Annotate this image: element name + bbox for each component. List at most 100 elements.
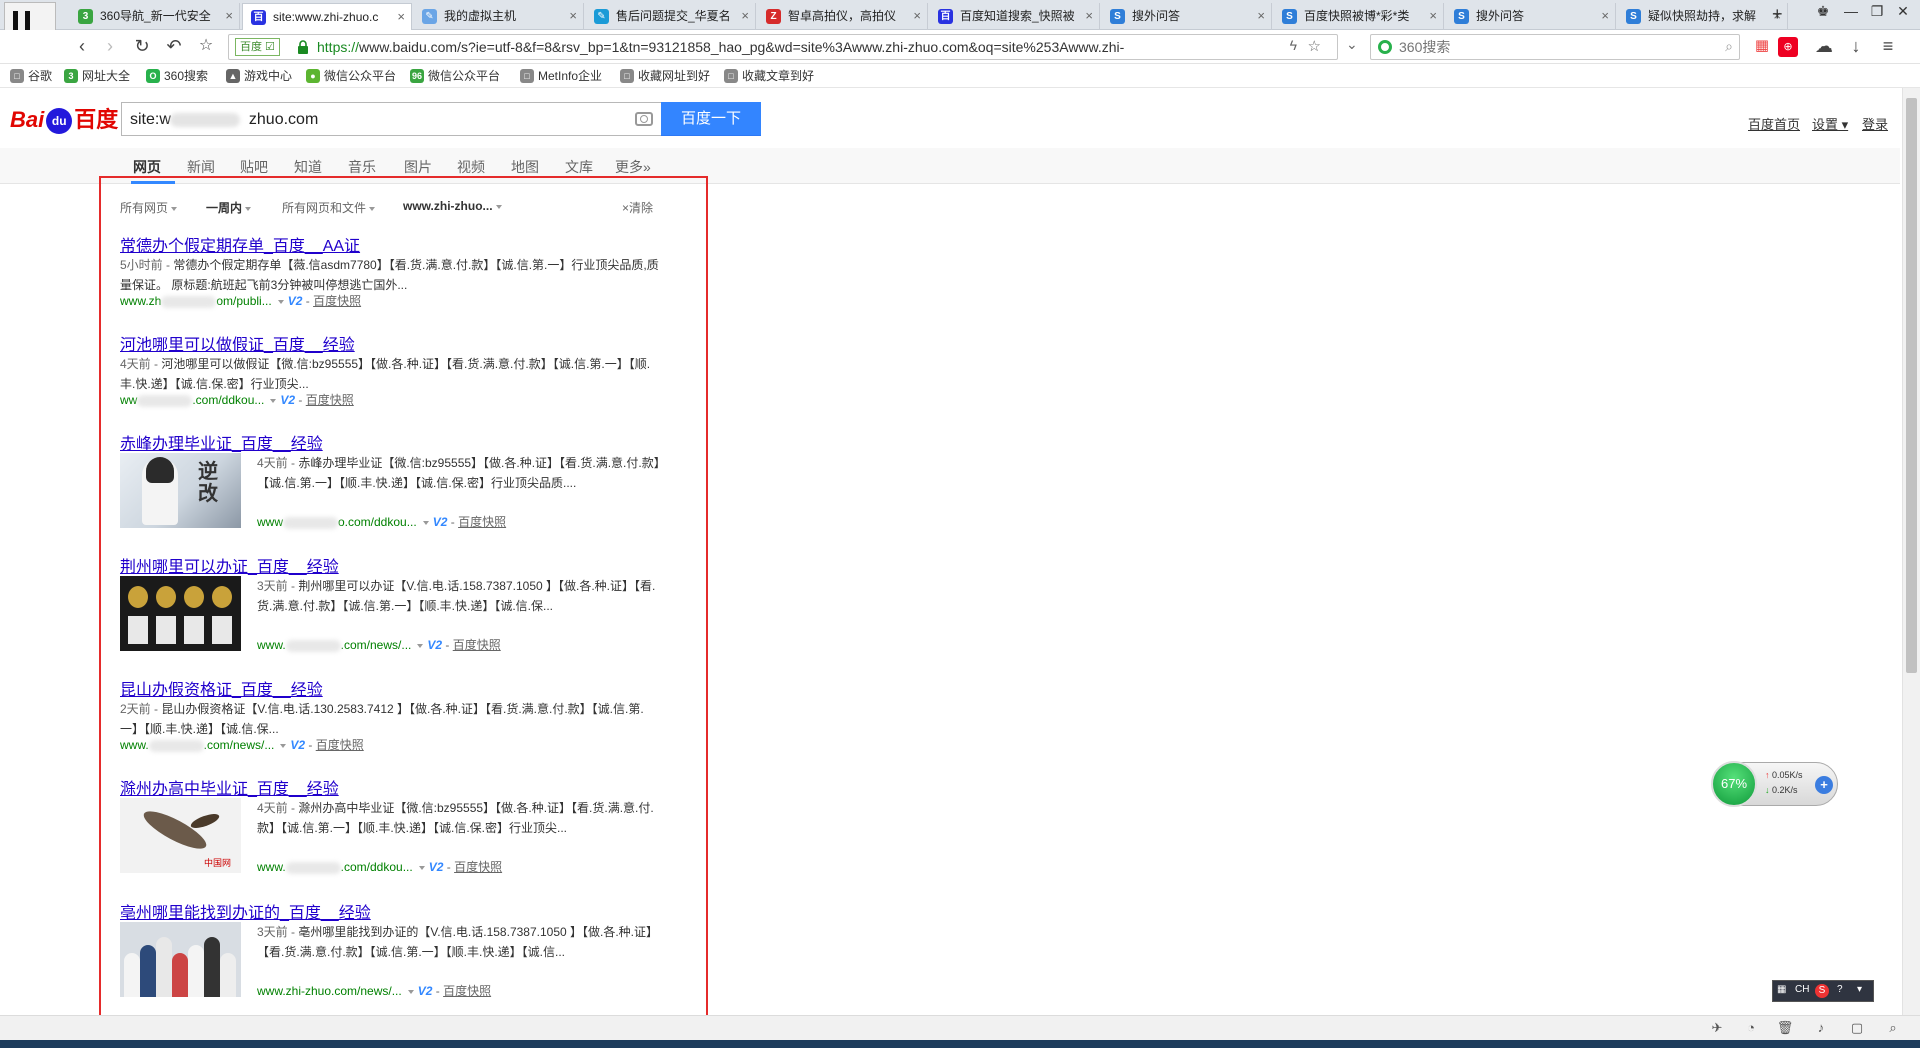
tab-close-icon[interactable]: ×	[397, 4, 405, 30]
filter-filetype[interactable]: 所有网页和文件	[282, 199, 376, 216]
result-url[interactable]: www.	[257, 860, 286, 874]
bookmark-item[interactable]: 96 微信公众平台	[410, 68, 500, 84]
result-url[interactable]: www.zh	[120, 294, 161, 308]
baidu-logo[interactable]: Bai du 百度	[10, 102, 118, 135]
baidu-tab[interactable]: 图片	[404, 157, 432, 177]
chevron-down-icon[interactable]	[277, 299, 284, 304]
ime-language[interactable]: CH	[1795, 984, 1809, 995]
sale-icon[interactable]: ⊕	[1778, 37, 1798, 57]
result-url-path[interactable]: .com/ddkou...	[341, 860, 413, 874]
browser-tab[interactable]: S 搜外问答 ×	[1446, 3, 1616, 30]
bookmark-item[interactable]: O 360搜索	[146, 68, 208, 84]
result-thumbnail[interactable]: 逆 改	[120, 453, 241, 528]
result-title-link[interactable]: 河池哪里可以做假证_百度__经验	[120, 331, 355, 355]
ime-toolbar[interactable]: ▦ CH S ? ▾	[1772, 980, 1874, 1002]
baidu-snapshot-link[interactable]: 百度快照	[306, 393, 354, 407]
apps-grid-icon[interactable]: ▦	[1750, 35, 1774, 59]
plus-icon[interactable]: +	[1815, 776, 1833, 794]
browser-tab[interactable]: S 搜外问答 ×	[1102, 3, 1272, 30]
verified-v2-icon[interactable]: V2	[429, 860, 444, 874]
browser-tab[interactable]: S 疑似快照劫持，求解 ×	[1618, 3, 1788, 30]
baidu-tab[interactable]: 地图	[511, 157, 539, 177]
browser-tab[interactable]: S 百度快照被博*彩*类 ×	[1274, 3, 1444, 30]
reload-button[interactable]: ↻	[130, 35, 154, 59]
result-url-path[interactable]: .com/news/...	[341, 638, 412, 652]
help-icon[interactable]: ?	[1837, 984, 1843, 995]
filter-all-pages[interactable]: 所有网页	[120, 199, 178, 216]
tab-close-icon[interactable]: ×	[741, 3, 749, 29]
menu-icon[interactable]: ≡	[1876, 35, 1900, 59]
chevron-down-icon[interactable]	[418, 865, 425, 870]
baidu-snapshot-link[interactable]: 百度快照	[453, 638, 501, 652]
baidu-tab[interactable]: 贴吧	[240, 157, 268, 177]
tab-close-icon[interactable]: ×	[1257, 3, 1265, 29]
search-box[interactable]: ⌕	[1370, 34, 1740, 60]
url-text[interactable]: https://www.baidu.com/s?ie=utf-8&f=8&rsv…	[317, 35, 1237, 59]
shirt-icon[interactable]: ♚	[1812, 3, 1834, 20]
ime-menu-icon[interactable]: ▾	[1857, 984, 1862, 995]
result-thumbnail[interactable]	[120, 922, 241, 997]
result-url[interactable]: ww	[120, 393, 137, 407]
bookmark-item[interactable]: □ MetInfo企业	[520, 68, 602, 84]
volume-icon[interactable]: ♪	[1812, 1020, 1830, 1036]
result-url-path[interactable]: om/publi...	[216, 294, 271, 308]
bookmark-item[interactable]: ● 微信公众平台	[306, 68, 396, 84]
browser-tab[interactable]: 百百度知道搜索_快照被 ×	[930, 3, 1100, 30]
search-input[interactable]	[1399, 38, 1699, 56]
chevron-down-icon[interactable]	[422, 520, 429, 525]
result-thumbnail[interactable]: 中国网	[120, 798, 241, 873]
address-bar[interactable]: 百度 ☑ https://www.baidu.com/s?ie=utf-8&f=…	[228, 34, 1338, 60]
restore-button[interactable]: ❐	[1866, 3, 1888, 20]
bookmark-item[interactable]: 3 网址大全	[64, 68, 130, 84]
forward-button[interactable]: ›	[98, 35, 122, 59]
verified-v2-icon[interactable]: V2	[288, 294, 303, 308]
login-link[interactable]: 登录	[1862, 114, 1888, 133]
trash-icon[interactable]: 🗑	[1776, 1020, 1794, 1036]
filter-clear[interactable]: ×清除	[622, 199, 653, 216]
result-url[interactable]: www.zhi-zhuo.com/news/...	[257, 984, 402, 998]
lightning-icon[interactable]: ϟ	[1290, 37, 1297, 53]
baidu-tab[interactable]: 知道	[294, 157, 322, 177]
browser-tab[interactable]: ✎ 我的虚拟主机 ×	[414, 3, 584, 30]
chevron-down-icon[interactable]	[417, 643, 424, 648]
browser-tab[interactable]: 3 360导航_新一代安全 ×	[70, 3, 240, 30]
tab-close-icon[interactable]: ×	[225, 3, 233, 29]
baidu-tab[interactable]: 视频	[457, 157, 485, 177]
new-tab-button[interactable]: +	[1772, 4, 1783, 25]
browser-tab[interactable]: Z 智卓高拍仪，高拍仪 ×	[758, 3, 928, 30]
chevron-down-icon[interactable]	[407, 989, 414, 994]
speed-icon[interactable]: ◔	[1742, 1020, 1760, 1036]
tab-close-icon[interactable]: ×	[569, 3, 577, 29]
settings-link[interactable]: 设置 ▾	[1812, 114, 1848, 133]
result-title-link[interactable]: 荆州哪里可以办证_百度__经验	[120, 553, 339, 577]
bookmark-item[interactable]: □ 收藏网址到好	[620, 68, 710, 84]
baidu-tab[interactable]: 文库	[565, 157, 593, 177]
tab-close-icon[interactable]: ×	[1601, 3, 1609, 29]
baidu-submit-button[interactable]: 百度一下	[661, 102, 761, 136]
browser-tab[interactable]: 百 site:www.zhi-zhuo.c ×	[242, 3, 412, 31]
verified-v2-icon[interactable]: V2	[290, 738, 305, 752]
tab-close-icon[interactable]: ×	[1085, 3, 1093, 29]
baidu-tab[interactable]: 新闻	[187, 157, 215, 177]
bookmark-item[interactable]: □ 收藏文章到好	[724, 68, 814, 84]
bookmark-item[interactable]: ▲ 游戏中心	[226, 68, 292, 84]
chevron-down-icon[interactable]	[280, 743, 287, 748]
result-title-link[interactable]: 常德办个假定期存单_百度__AA证	[120, 232, 360, 256]
result-thumbnail[interactable]	[120, 576, 241, 651]
result-title-link[interactable]: 赤峰办理毕业证_百度__经验	[120, 430, 323, 454]
verified-v2-icon[interactable]: V2	[280, 393, 295, 407]
bookmark-item[interactable]: □ 谷歌	[10, 68, 52, 84]
magnifier-icon[interactable]: ⌕	[1725, 38, 1733, 55]
baidu-search-input[interactable]: site:w zhuo.com	[121, 102, 661, 136]
pin-icon[interactable]: ✈	[1708, 1020, 1726, 1036]
filter-time[interactable]: 一周内	[206, 199, 252, 216]
result-title-link[interactable]: 昆山办假资格证_百度__经验	[120, 676, 323, 700]
close-window-button[interactable]: ✕	[1892, 3, 1914, 20]
verified-v2-icon[interactable]: V2	[418, 984, 433, 998]
baidu-snapshot-link[interactable]: 百度快照	[454, 860, 502, 874]
network-speed-widget[interactable]: 67% ↑ 0.05K/s ↓ 0.2K/s +	[1711, 761, 1838, 807]
result-url-path[interactable]: .com/ddkou...	[192, 393, 264, 407]
undo-close-button[interactable]: ↶	[162, 35, 186, 59]
cloud-icon[interactable]: ☁	[1812, 35, 1836, 59]
baidu-tab[interactable]: 音乐	[348, 157, 376, 177]
